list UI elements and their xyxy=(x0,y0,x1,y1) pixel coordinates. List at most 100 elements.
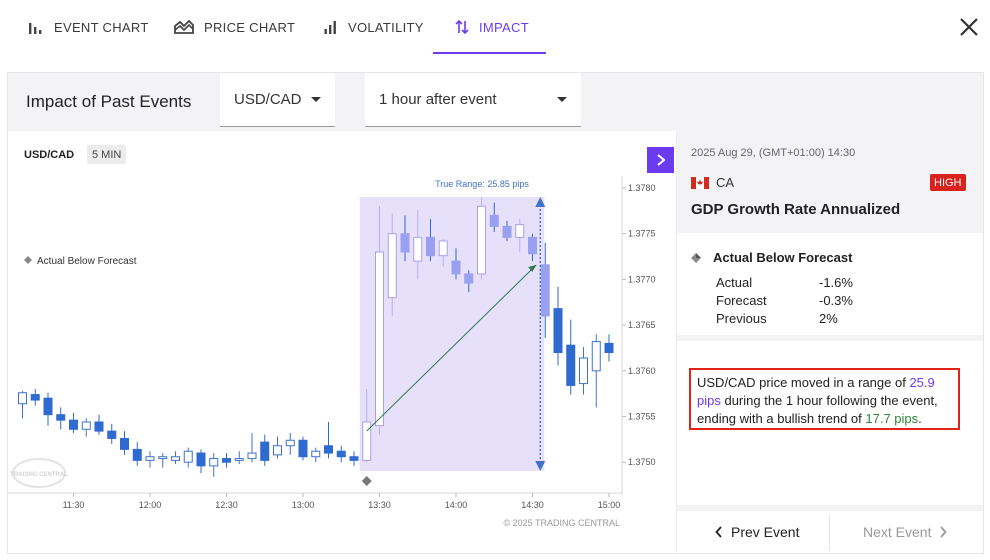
event-outcome: Actual Below Forecast xyxy=(691,250,852,265)
candle-body-bearish xyxy=(604,342,614,354)
x-tick-label: 15:00 xyxy=(598,500,621,510)
candle-body-bearish xyxy=(566,344,576,386)
panel-title: Impact of Past Events xyxy=(26,92,192,111)
x-tick-label: 12:00 xyxy=(139,500,162,510)
chevron-right-icon xyxy=(940,526,948,538)
stat-value-previous: 2% xyxy=(819,311,838,326)
volatility-icon xyxy=(324,21,336,34)
impact-summary: USD/CAD price moved in a range of 25.9 p… xyxy=(689,368,960,430)
event-header: 2025 Aug 29, (GMT+01:00) 14:30 CA HIGH G… xyxy=(677,131,983,233)
next-event-button[interactable]: Next Event xyxy=(863,511,948,553)
candle-body-bearish xyxy=(56,414,66,421)
candle-body-bullish xyxy=(515,224,525,238)
candle-body-bearish xyxy=(489,214,499,227)
expand-button[interactable] xyxy=(647,147,674,173)
stat-value-forecast: -0.3% xyxy=(819,293,853,308)
candle-body-bullish xyxy=(387,233,397,299)
candle-body-bullish xyxy=(247,452,257,460)
candle-body-bullish xyxy=(311,450,321,458)
x-tick-label: 14:00 xyxy=(445,500,468,510)
y-tick-label: 1.3755 xyxy=(628,412,656,422)
candle-body-bearish xyxy=(553,308,563,354)
candle-body-bearish xyxy=(120,437,129,450)
x-tick-label: 12:30 xyxy=(215,500,238,510)
prev-event-button[interactable]: Prev Event xyxy=(715,511,799,553)
bar-chart-icon xyxy=(29,23,42,34)
candle-body-bearish xyxy=(528,236,537,255)
candle-body-bullish xyxy=(273,445,282,456)
tab-bar: EVENT CHART PRICE CHART VOLATILITY IMPAC… xyxy=(0,0,990,60)
summary-text: . xyxy=(918,411,922,426)
candle-body-bullish xyxy=(413,236,423,262)
event-title: GDP Growth Rate Annualized xyxy=(691,201,901,218)
x-tick-label: 13:00 xyxy=(292,500,315,510)
tab-label: PRICE CHART xyxy=(204,19,296,35)
candle-body-bearish xyxy=(426,236,435,257)
summary-text: USD/CAD price moved in a range of xyxy=(697,375,910,390)
chart-copyright: © 2025 TRADING CENTRAL xyxy=(504,518,621,528)
tab-label: EVENT CHART xyxy=(54,19,149,35)
currency-pair-select[interactable]: USD/CAD xyxy=(220,73,335,127)
candle-body-bullish xyxy=(171,456,180,461)
watermark-text: TRADING CENTRAL xyxy=(10,472,68,478)
country-code: CA xyxy=(716,175,735,190)
candle-body-bearish xyxy=(43,397,53,416)
candle-body-bearish xyxy=(464,273,474,284)
summary-trend: 17.7 pips xyxy=(865,411,919,426)
candle-body-bearish xyxy=(260,441,270,461)
event-country: CA xyxy=(691,175,734,190)
candle-body-bearish xyxy=(324,445,333,454)
candle-body-bearish xyxy=(400,233,410,253)
price-chart[interactable]: 1.3780 1.3775 1.3770 1.3765 1.3760 1.3755 1.37… xyxy=(8,131,676,553)
impact-window xyxy=(359,197,545,471)
y-tick-label: 1.3770 xyxy=(628,274,656,284)
x-tick-label: 13:30 xyxy=(368,500,391,510)
candle-body-bearish xyxy=(132,448,142,461)
tab-price-chart[interactable]: PRICE CHART xyxy=(174,0,295,54)
candle-body-bullish xyxy=(183,450,193,463)
nav-separator xyxy=(829,515,830,551)
candle-body-bullish xyxy=(158,456,168,460)
diamond-icon xyxy=(691,252,701,263)
candle-body-bearish xyxy=(30,394,40,401)
time-window-select[interactable]: 1 hour after event xyxy=(365,73,581,127)
chevron-down-icon xyxy=(557,97,567,102)
candle-body-bullish xyxy=(579,357,588,385)
candle-body-bullish xyxy=(145,456,155,461)
candle-body-bearish xyxy=(298,439,308,458)
candlestick-chart: 1.3780 1.3775 1.3770 1.3765 1.3760 1.3755 1.37… xyxy=(8,176,656,528)
close-icon[interactable] xyxy=(956,14,982,40)
event-datetime: 2025 Aug 29, (GMT+01:00) 14:30 xyxy=(691,147,856,159)
stat-label-forecast: Forecast xyxy=(716,293,767,308)
candle-body-bullish xyxy=(234,458,244,461)
candle-body-bullish xyxy=(285,439,295,447)
candle-body-bullish xyxy=(477,205,486,275)
event-info-panel: 2025 Aug 29, (GMT+01:00) 14:30 CA HIGH G… xyxy=(676,131,983,553)
candle-body-bearish xyxy=(107,430,117,439)
candle-body-bearish xyxy=(196,452,206,467)
tab-impact[interactable]: IMPACT xyxy=(455,0,529,54)
active-tab-indicator xyxy=(433,52,546,54)
next-event-label: Next Event xyxy=(863,524,932,540)
up-down-arrows-icon xyxy=(455,19,469,35)
tab-label: IMPACT xyxy=(479,19,529,35)
candle-body-bearish xyxy=(540,264,550,317)
tab-volatility[interactable]: VOLATILITY xyxy=(324,0,424,54)
diamond-icon xyxy=(24,256,32,264)
stat-label-previous: Previous xyxy=(716,311,767,326)
candle-body-bearish xyxy=(502,225,512,238)
x-tick-label: 14:30 xyxy=(521,500,544,510)
candle-body-bearish xyxy=(222,458,231,463)
candle-body-bullish xyxy=(438,240,448,257)
candle-body-bullish xyxy=(81,421,91,430)
currency-pair-value: USD/CAD xyxy=(234,91,302,108)
outcome-label: Actual Below Forecast xyxy=(713,250,853,265)
price-chart-icon xyxy=(174,20,194,34)
impact-panel: Impact of Past Events USD/CAD 1 hour aft… xyxy=(7,72,984,554)
tab-event-chart[interactable]: EVENT CHART xyxy=(28,0,149,54)
candle-body-bearish xyxy=(349,456,359,461)
chart-symbol: USD/CAD xyxy=(24,149,75,161)
canada-flag-icon xyxy=(691,176,709,189)
y-tick-label: 1.3775 xyxy=(628,229,656,239)
chevron-right-icon xyxy=(656,154,666,166)
